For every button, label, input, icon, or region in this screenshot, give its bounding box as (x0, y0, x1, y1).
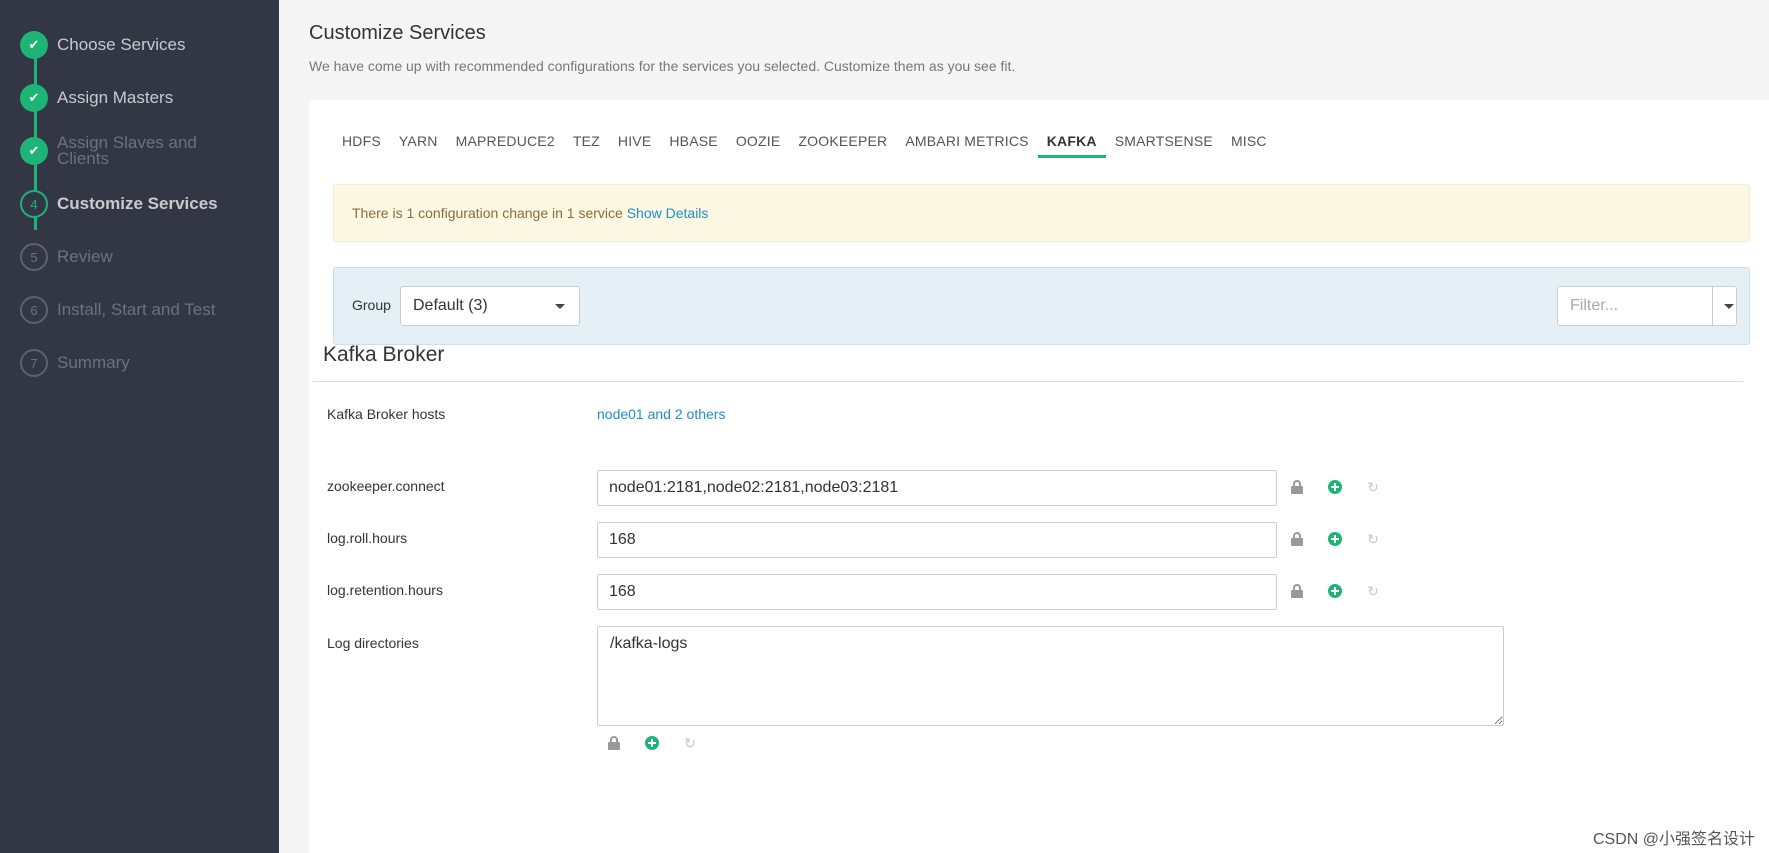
tab-zookeeper[interactable]: ZOOKEEPER (789, 124, 896, 158)
group-selected-value: Default (3) (413, 297, 488, 314)
step-label: Install, Start and Test (57, 300, 216, 319)
zookeeper-connect-label: zookeeper.connect (327, 478, 445, 494)
log-roll-hours-input[interactable] (597, 522, 1277, 558)
lock-icon[interactable] (608, 736, 620, 750)
log-directories-textarea[interactable]: /kafka-logs (597, 626, 1504, 726)
filter-control (1557, 286, 1737, 326)
plus-circle-icon[interactable] (1328, 532, 1342, 546)
tab-oozie[interactable]: OOZIE (727, 124, 790, 158)
tab-hive[interactable]: HIVE (609, 124, 660, 158)
page-subtitle: We have come up with recommended configu… (309, 58, 1016, 74)
plus-circle-icon[interactable] (1328, 480, 1342, 494)
section-title: Kafka Broker (323, 343, 445, 366)
step-label: Review (57, 247, 113, 266)
step-number: 4 (20, 190, 48, 218)
show-details-link[interactable]: Show Details (627, 205, 709, 221)
check-icon: ✔ (20, 31, 48, 59)
wizard-sidebar: ✔ Choose Services ✔ Assign Masters ✔ Ass… (0, 0, 279, 853)
tab-hdfs[interactable]: HDFS (333, 124, 390, 158)
tab-tez[interactable]: TEZ (564, 124, 609, 158)
step-label: Customize Services (57, 194, 218, 213)
plus-circle-icon[interactable] (1328, 584, 1342, 598)
log-retention-hours-input[interactable] (597, 574, 1277, 610)
undo-icon[interactable]: ↻ (683, 736, 697, 750)
step-label: Assign Slaves and Clients (57, 133, 197, 168)
alert-text: There is 1 configuration change in 1 ser… (352, 205, 623, 221)
undo-icon[interactable]: ↻ (1366, 480, 1380, 494)
check-icon: ✔ (20, 137, 48, 165)
lock-icon[interactable] (1291, 532, 1303, 546)
step-customize-services[interactable]: 4 Customize Services (20, 189, 247, 219)
step-label: Assign Masters (57, 88, 174, 107)
step-summary: 7 Summary (20, 348, 247, 378)
tab-hbase[interactable]: HBASE (660, 124, 726, 158)
lock-icon[interactable] (1291, 480, 1303, 494)
step-label: Choose Services (57, 35, 186, 54)
tab-misc[interactable]: MISC (1222, 124, 1276, 158)
hosts-label: Kafka Broker hosts (327, 406, 446, 422)
step-choose-services[interactable]: ✔ Choose Services (20, 30, 247, 60)
step-label: Summary (57, 353, 130, 372)
log-retention-hours-label: log.retention.hours (327, 582, 443, 598)
step-review: 5 Review (20, 242, 247, 272)
check-icon: ✔ (20, 84, 48, 112)
group-label: Group (352, 297, 391, 313)
tab-mapreduce2[interactable]: MAPREDUCE2 (447, 124, 564, 158)
caret-down-icon (555, 304, 565, 309)
service-tabs: HDFS YARN MAPREDUCE2 TEZ HIVE HBASE OOZI… (333, 124, 1276, 158)
filter-dropdown-button[interactable] (1713, 287, 1736, 325)
lock-icon[interactable] (1291, 584, 1303, 598)
filter-input[interactable] (1558, 287, 1713, 325)
step-number: 5 (20, 243, 48, 271)
group-select[interactable]: Default (3) (400, 286, 580, 326)
step-install: 6 Install, Start and Test (20, 295, 247, 325)
undo-icon[interactable]: ↻ (1366, 584, 1380, 598)
watermark: CSDN @小强签名设计 (1592, 831, 1755, 848)
log-roll-hours-label: log.roll.hours (327, 530, 408, 546)
tab-ambari-metrics[interactable]: AMBARI METRICS (896, 124, 1037, 158)
log-directories-label: Log directories (327, 635, 419, 651)
step-assign-masters[interactable]: ✔ Assign Masters (20, 83, 247, 113)
section-divider (313, 381, 1743, 382)
tab-smartsense[interactable]: SMARTSENSE (1106, 124, 1222, 158)
page-title: Customize Services (309, 22, 486, 44)
plus-circle-icon[interactable] (645, 736, 659, 750)
step-assign-slaves[interactable]: ✔ Assign Slaves and Clients (20, 133, 247, 168)
step-number: 7 (20, 349, 48, 377)
group-bar: Group Default (3) (333, 267, 1750, 345)
undo-icon[interactable]: ↻ (1366, 532, 1380, 546)
tab-kafka[interactable]: KAFKA (1037, 124, 1106, 158)
config-change-alert: There is 1 configuration change in 1 ser… (333, 184, 1750, 242)
step-number: 6 (20, 296, 48, 324)
caret-down-icon (1724, 304, 1734, 309)
tab-yarn[interactable]: YARN (390, 124, 447, 158)
zookeeper-connect-input[interactable] (597, 470, 1277, 506)
hosts-link[interactable]: node01 and 2 others (597, 406, 725, 422)
